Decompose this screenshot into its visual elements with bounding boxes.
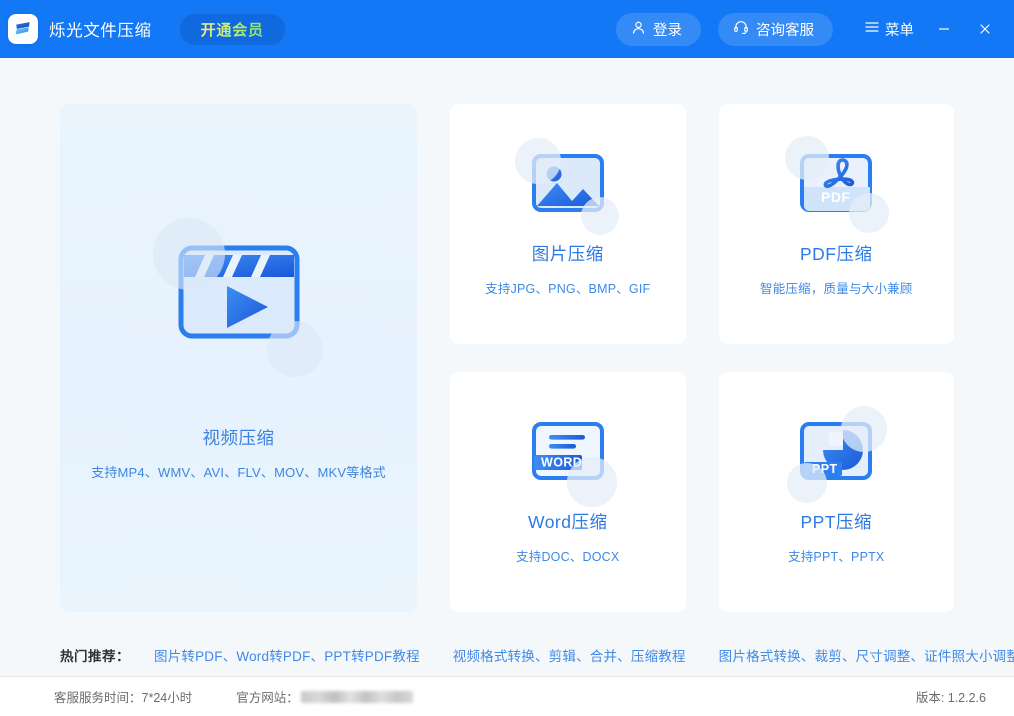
hot-recommend-bar: 热门推荐： 图片转PDF、Word转PDF、PPT转PDF教程 视频格式转换、剪… [0, 634, 1014, 676]
official-website: 官方网站： [236, 687, 413, 706]
service-hours: 客服服务时间：7*24小时 [54, 687, 192, 706]
card-image-compress[interactable]: 图片压缩 支持JPG、PNG、BMP、GIF [450, 104, 686, 344]
close-icon [978, 22, 992, 36]
titlebar-right-controls: 登录 咨询客服 [616, 13, 1000, 46]
card-image-subtitle: 支持JPG、PNG、BMP、GIF [485, 278, 650, 297]
brand: 烁光文件压缩 [8, 14, 152, 44]
title-bar: 烁光文件压缩 开通会员 登录 [0, 0, 1014, 58]
login-label: 登录 [653, 19, 682, 40]
main-content: 视频压缩 支持MP4、WMV、AVI、FLV、MOV、MKV等格式 [0, 58, 1014, 624]
pdf-icon-wrap: PDF [799, 152, 873, 219]
version-label: 版本: 1.2.2.6 [916, 687, 986, 706]
card-image-title: 图片压缩 [532, 241, 604, 266]
close-button[interactable] [970, 14, 1000, 44]
card-pdf-subtitle: 智能压缩，质量与大小兼顾 [760, 278, 912, 297]
card-video-subtitle: 支持MP4、WMV、AVI、FLV、MOV、MKV等格式 [91, 462, 386, 481]
hot-link-pdf-tutorials[interactable]: 图片转PDF、Word转PDF、PPT转PDF教程 [154, 645, 420, 665]
user-icon [631, 20, 646, 39]
image-icon-wrap [531, 152, 605, 219]
card-word-subtitle: 支持DOC、DOCX [516, 546, 619, 565]
customer-support-button[interactable]: 咨询客服 [718, 13, 833, 46]
minimize-button[interactable] [929, 14, 959, 44]
footer-bar: 客服服务时间：7*24小时 官方网站： 版本: 1.2.2.6 [0, 676, 1014, 716]
hot-link-image-tutorials[interactable]: 图片格式转换、裁剪、尺寸调整、证件照大小调整 [719, 645, 1014, 665]
minimize-icon [937, 22, 951, 36]
cards-row-1: 图片压缩 支持JPG、PNG、BMP、GIF [450, 104, 954, 344]
left-column: 视频压缩 支持MP4、WMV、AVI、FLV、MOV、MKV等格式 [60, 104, 417, 624]
menu-button[interactable]: 菜单 [861, 15, 918, 44]
ppt-icon-wrap: PPT [799, 420, 873, 487]
official-website-value [301, 691, 413, 703]
menu-label: 菜单 [885, 19, 914, 40]
customer-support-label: 咨询客服 [756, 19, 814, 40]
hamburger-icon [865, 21, 879, 37]
card-pdf-compress[interactable]: PDF PDF压缩 智能压缩，质量与大小兼顾 [719, 104, 955, 344]
cards-row-2: WORD Word压缩 支持DOC、DOCX [450, 372, 954, 612]
card-video-title: 视频压缩 [203, 425, 275, 450]
login-button[interactable]: 登录 [616, 13, 701, 46]
headset-icon [733, 19, 749, 39]
video-icon-wrap [175, 236, 303, 351]
card-word-compress[interactable]: WORD Word压缩 支持DOC、DOCX [450, 372, 686, 612]
hot-recommend-label: 热门推荐： [60, 645, 130, 665]
card-ppt-compress[interactable]: PPT PPT压缩 支持PPT、PPTX [719, 372, 955, 612]
svg-text:PDF: PDF [821, 189, 851, 205]
app-logo-icon [8, 14, 38, 44]
app-window: 烁光文件压缩 开通会员 登录 [0, 0, 1014, 716]
card-pdf-title: PDF压缩 [800, 241, 873, 266]
official-website-label: 官方网站： [236, 687, 299, 706]
vip-upgrade-button[interactable]: 开通会员 [179, 13, 286, 46]
card-word-title: Word压缩 [528, 509, 608, 534]
app-title: 烁光文件压缩 [49, 17, 152, 41]
card-ppt-subtitle: 支持PPT、PPTX [788, 546, 884, 565]
card-ppt-title: PPT压缩 [800, 509, 872, 534]
hot-link-video-tutorials[interactable]: 视频格式转换、剪辑、合并、压缩教程 [453, 645, 686, 665]
vip-label: 开通会员 [201, 19, 264, 40]
card-video-compress[interactable]: 视频压缩 支持MP4、WMV、AVI、FLV、MOV、MKV等格式 [60, 104, 417, 612]
right-column: 图片压缩 支持JPG、PNG、BMP、GIF [450, 104, 954, 624]
word-icon-wrap: WORD [531, 420, 605, 487]
